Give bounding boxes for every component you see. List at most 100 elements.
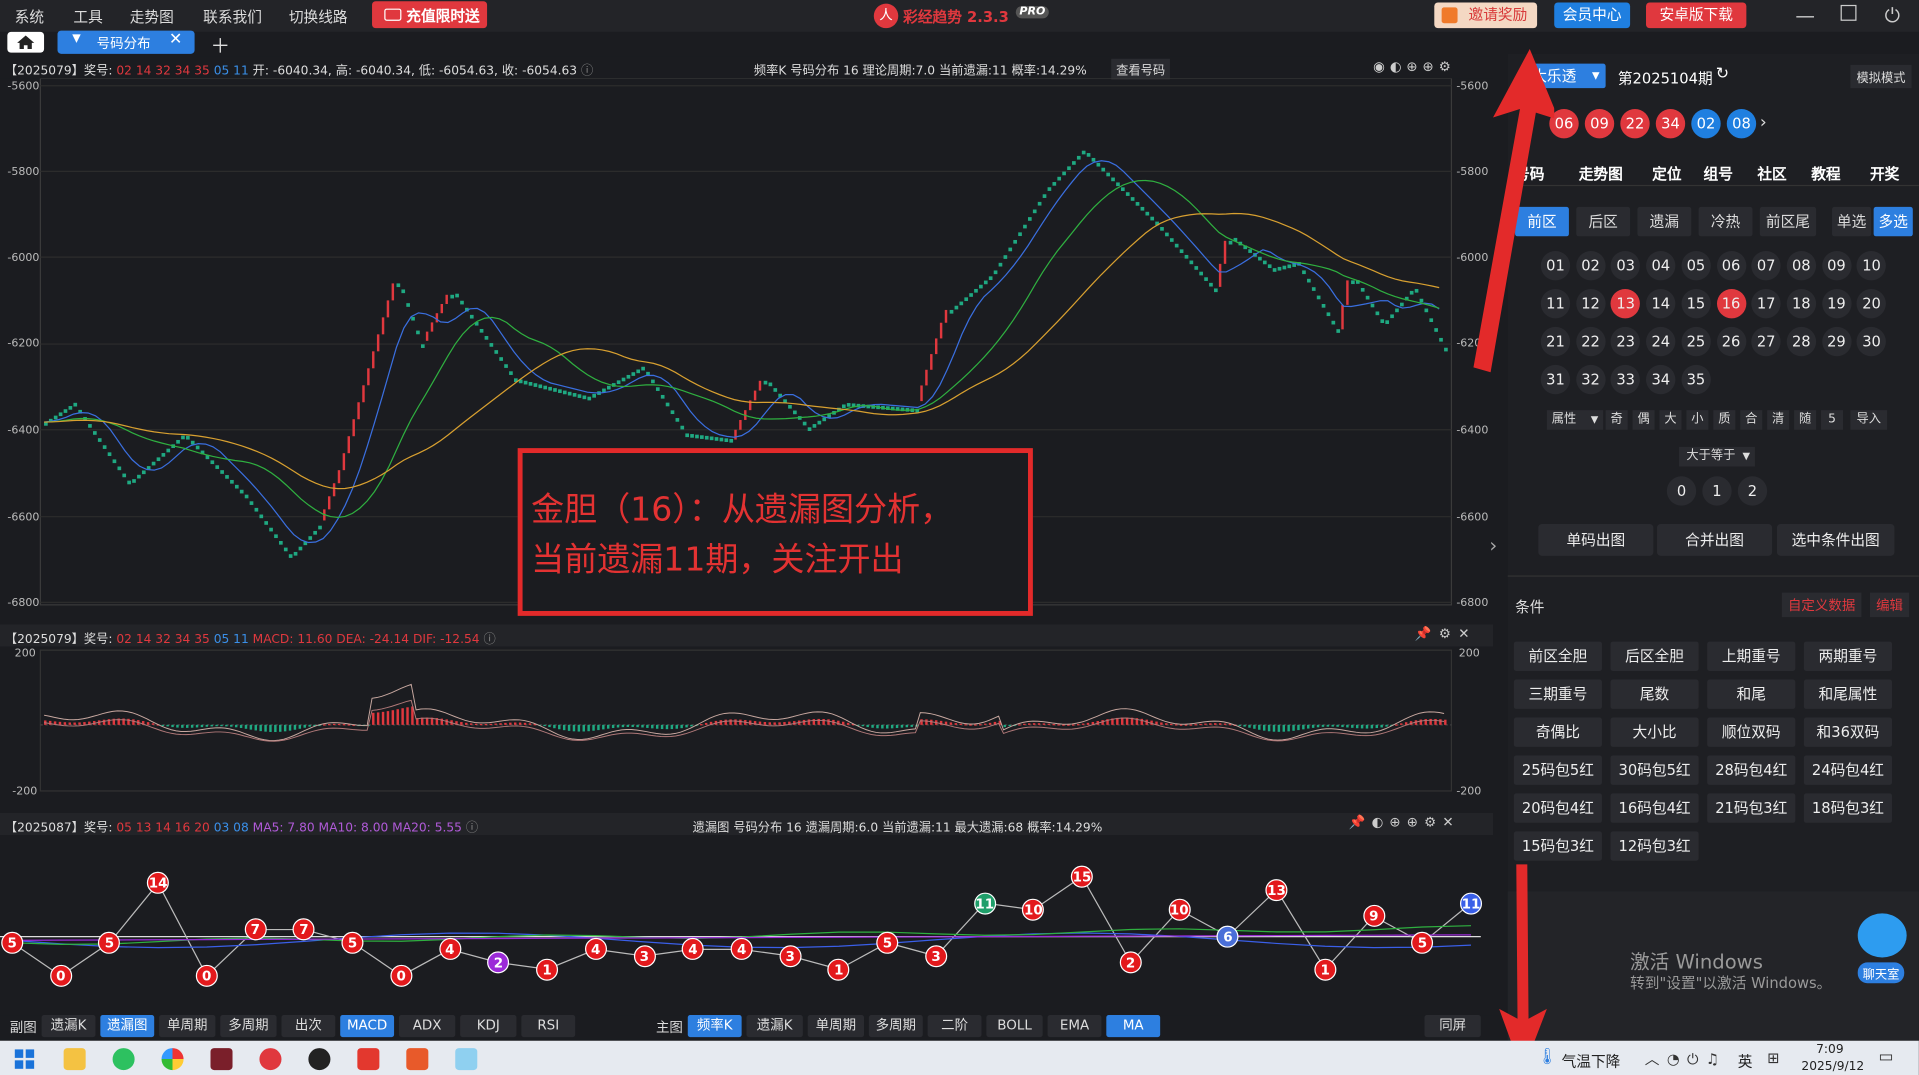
number-ball[interactable]: 09: [1821, 251, 1852, 281]
btn-count[interactable]: 出次: [281, 1015, 336, 1038]
close-tab-icon[interactable]: ✕: [169, 31, 182, 49]
qq-icon[interactable]: [308, 1048, 331, 1071]
filter-button[interactable]: 冷热: [1698, 206, 1753, 237]
condition-button[interactable]: 两期重号: [1803, 641, 1892, 671]
attribute-button[interactable]: 偶: [1632, 410, 1655, 430]
edit-button[interactable]: 编辑: [1869, 592, 1910, 618]
app-icon[interactable]: [210, 1048, 233, 1071]
selected-condition-chart-button[interactable]: 选中条件出图: [1776, 524, 1895, 556]
number-ball[interactable]: 16: [1716, 288, 1746, 319]
btn-main-omit-k[interactable]: 遗漏K: [746, 1015, 803, 1038]
btn-rsi[interactable]: RSI: [521, 1015, 576, 1038]
number-ball[interactable]: 14: [1646, 288, 1676, 319]
condition-button[interactable]: 顺位双码: [1707, 717, 1796, 747]
omit-tools-icons[interactable]: 📌◐⊕⊕⚙✕: [1349, 814, 1460, 830]
filter-button[interactable]: 前区尾: [1759, 206, 1817, 237]
count-button[interactable]: 1: [1702, 476, 1732, 506]
number-ball[interactable]: 10: [1856, 251, 1887, 281]
number-ball[interactable]: 23: [1610, 326, 1641, 357]
right-tab[interactable]: 走势图: [1579, 163, 1623, 184]
restore-icon[interactable]: [1840, 4, 1857, 21]
btn-omit-chart[interactable]: 遗漏图: [100, 1015, 155, 1038]
btn-kdj[interactable]: KDJ: [460, 1015, 517, 1038]
btn-boll[interactable]: BOLL: [986, 1015, 1043, 1038]
help-icon[interactable]: ⓘ: [581, 65, 593, 78]
number-ball[interactable]: 13: [1610, 288, 1641, 319]
add-tab-button[interactable]: ＋: [210, 29, 230, 58]
wps-icon[interactable]: [357, 1048, 380, 1071]
menu-switch-line[interactable]: 切换线路: [289, 6, 348, 27]
attribute-select[interactable]: 属性 ▼: [1546, 410, 1604, 430]
power-icon[interactable]: ⏻: [1885, 4, 1900, 28]
count-button[interactable]: 2: [1737, 476, 1768, 506]
btn-ema[interactable]: EMA: [1047, 1015, 1102, 1038]
notification-icon[interactable]: ▭: [1879, 1048, 1894, 1066]
condition-button[interactable]: 三期重号: [1513, 679, 1602, 709]
attribute-button[interactable]: 合: [1740, 410, 1763, 430]
wechat-icon[interactable]: [112, 1048, 135, 1071]
attribute-button[interactable]: 5: [1821, 410, 1844, 430]
lookup-numbers-button[interactable]: 查看号码: [1111, 58, 1170, 80]
tab-number-distribution[interactable]: ▼ 号码分布 ✕: [57, 30, 195, 54]
attribute-button[interactable]: 大: [1659, 410, 1682, 430]
menu-tools[interactable]: 工具: [73, 6, 102, 27]
btn-single-cycle[interactable]: 单周期: [159, 1015, 216, 1038]
condition-button[interactable]: 大小比: [1610, 717, 1699, 747]
condition-button[interactable]: 21码包3红: [1707, 793, 1796, 823]
number-ball[interactable]: 02: [1575, 251, 1606, 281]
macd-tools-icons[interactable]: 📌⚙✕: [1415, 626, 1477, 642]
number-ball[interactable]: 35: [1681, 364, 1711, 395]
right-tab[interactable]: 教程: [1811, 163, 1840, 184]
number-ball[interactable]: 06: [1716, 251, 1746, 281]
minimize-icon[interactable]: —: [1795, 4, 1815, 27]
btn-ma[interactable]: MA: [1106, 1015, 1161, 1038]
chat-room-button[interactable]: 聊天室: [1857, 962, 1905, 984]
btn-freq-k[interactable]: 频率K: [687, 1015, 742, 1038]
right-tab[interactable]: 开奖: [1870, 163, 1899, 184]
menu-system[interactable]: 系统: [15, 6, 44, 27]
weather-text[interactable]: 气温下降: [1562, 1051, 1621, 1072]
btn-main-multi-cycle[interactable]: 多周期: [868, 1015, 923, 1038]
notes-icon[interactable]: [455, 1048, 478, 1071]
right-tab[interactable]: 定位: [1652, 163, 1681, 184]
attribute-button[interactable]: 小: [1686, 410, 1709, 430]
store-icon[interactable]: [406, 1048, 429, 1071]
keyboard-icon[interactable]: ⊞: [1767, 1049, 1779, 1066]
number-ball[interactable]: 05: [1681, 251, 1711, 281]
number-ball[interactable]: 32: [1575, 364, 1606, 395]
btn-multi-cycle[interactable]: 多周期: [220, 1015, 277, 1038]
windows-start-icon[interactable]: [14, 1049, 35, 1069]
home-button[interactable]: [7, 31, 45, 53]
attribute-button[interactable]: 清: [1767, 410, 1790, 430]
gte-select[interactable]: 大于等于 ▼: [1679, 446, 1755, 467]
chevron-right-icon[interactable]: ›: [1760, 113, 1767, 133]
condition-button[interactable]: 奇偶比: [1513, 717, 1602, 747]
single-chart-button[interactable]: 单码出图: [1538, 524, 1654, 556]
number-ball[interactable]: 17: [1751, 288, 1781, 319]
browser-icon[interactable]: [161, 1048, 184, 1071]
number-ball[interactable]: 33: [1610, 364, 1641, 395]
condition-button[interactable]: 上期重号: [1707, 641, 1796, 671]
number-ball[interactable]: 28: [1786, 326, 1816, 357]
number-ball[interactable]: 22: [1575, 326, 1606, 357]
member-center-button[interactable]: 会员中心: [1554, 2, 1631, 29]
condition-button[interactable]: 28码包4红: [1707, 755, 1796, 785]
help-icon[interactable]: ⓘ: [466, 822, 478, 835]
count-button[interactable]: 0: [1666, 476, 1697, 506]
condition-button[interactable]: 18码包3红: [1803, 793, 1892, 823]
attribute-button[interactable]: 导入: [1850, 410, 1888, 430]
btn-main-single-cycle[interactable]: 单周期: [807, 1015, 865, 1038]
condition-button[interactable]: 后区全胆: [1610, 641, 1699, 671]
condition-button[interactable]: 和尾属性: [1803, 679, 1892, 709]
condition-button[interactable]: 尾数: [1610, 679, 1699, 709]
attribute-button[interactable]: 随: [1794, 410, 1817, 430]
attribute-button[interactable]: 质: [1713, 410, 1736, 430]
condition-button[interactable]: 和尾: [1707, 679, 1796, 709]
custom-data-button[interactable]: 自定义数据: [1781, 592, 1862, 618]
number-ball[interactable]: 18: [1786, 288, 1816, 319]
collapse-panel-icon[interactable]: ›: [1489, 534, 1497, 557]
filter-button[interactable]: 遗漏: [1637, 206, 1692, 237]
tray-icons[interactable]: ︿◔⏻♫: [1645, 1048, 1727, 1069]
condition-button[interactable]: 12码包3红: [1610, 831, 1699, 861]
number-ball[interactable]: 03: [1610, 251, 1641, 281]
